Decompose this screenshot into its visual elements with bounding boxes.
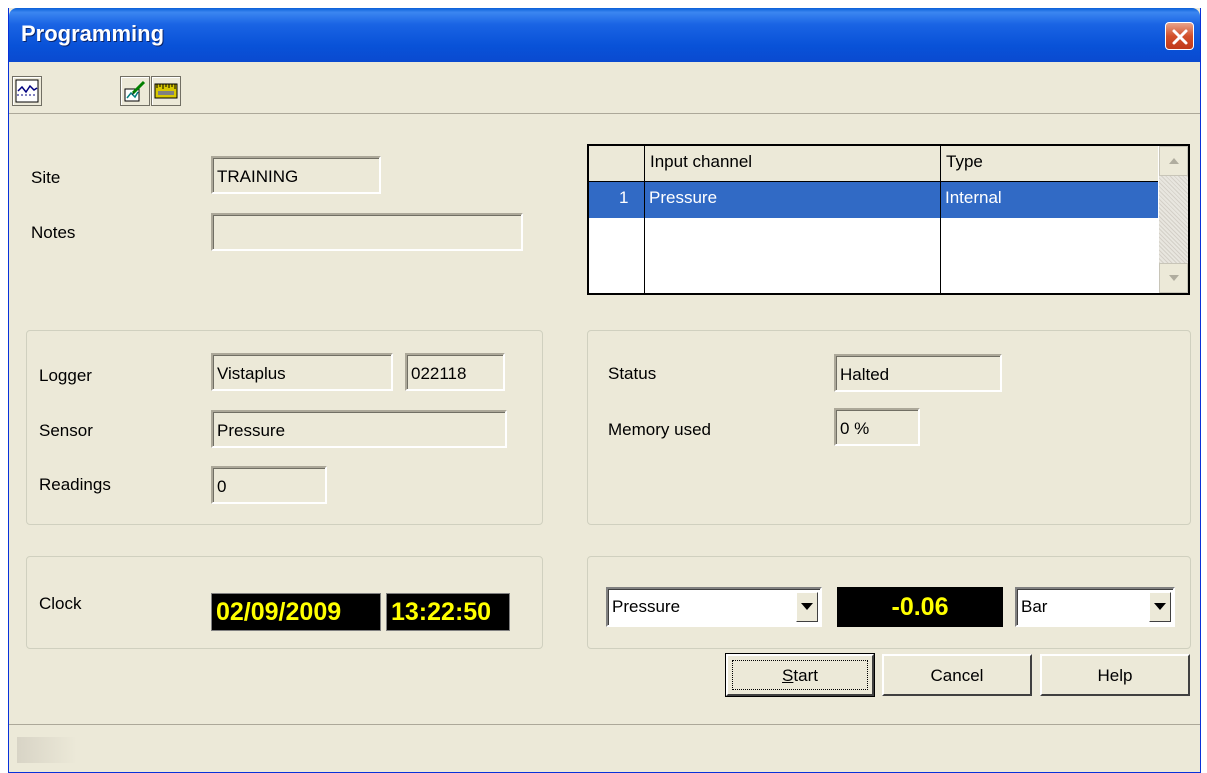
site-label: Site: [31, 168, 61, 187]
close-icon: [1172, 29, 1188, 45]
memory-used-label: Memory used: [608, 420, 711, 439]
status-bar: [9, 724, 1200, 772]
unit-select[interactable]: Bar: [1015, 587, 1175, 627]
title-bar[interactable]: Programming: [9, 8, 1200, 62]
scroll-down-button[interactable]: [1159, 263, 1188, 293]
window-title: Programming: [21, 21, 165, 46]
sensor-label: Sensor: [39, 421, 93, 440]
chart-icon: [15, 79, 39, 103]
arrow-down-icon: [1169, 275, 1179, 281]
start-button[interactable]: Start: [725, 653, 875, 697]
chart-button[interactable]: [12, 76, 42, 106]
unit-select-value: Bar: [1021, 597, 1048, 616]
grid-corner-header: [589, 146, 645, 182]
clock-time: 13:22:50: [386, 593, 510, 631]
logger-serial-field: 022118: [405, 353, 505, 391]
edit-chart-button[interactable]: [120, 76, 150, 106]
channel-select-value: Pressure: [612, 597, 681, 616]
memory-used-field: 0 %: [834, 408, 920, 446]
unit-dropdown-button[interactable]: [1149, 592, 1171, 622]
logger-name-field: Vistaplus: [211, 353, 393, 391]
notes-field[interactable]: [211, 213, 523, 251]
close-button[interactable]: [1165, 22, 1194, 50]
clock-date: 02/09/2009: [211, 593, 381, 631]
grid-scrollbar[interactable]: [1158, 146, 1188, 293]
grid-header-type[interactable]: Type: [941, 146, 1160, 182]
notes-label: Notes: [31, 223, 76, 242]
row-type: Internal: [945, 188, 1002, 207]
logger-label: Logger: [39, 366, 92, 385]
programming-window: Programming Site TRAINING Notes Input ch…: [8, 8, 1201, 773]
sensor-field: Pressure: [211, 410, 507, 448]
chevron-down-icon: [801, 603, 813, 610]
status-label: Status: [608, 364, 657, 383]
clock-label: Clock: [39, 594, 82, 613]
row-index: 1: [619, 188, 629, 207]
grid-divider: [940, 146, 941, 293]
scroll-up-button[interactable]: [1159, 146, 1188, 176]
input-channel-grid[interactable]: Input channel Type 1 Pressure Internal: [587, 144, 1190, 295]
status-bar-panel: [17, 737, 77, 763]
status-field: Halted: [834, 354, 1002, 392]
focus-rectangle: [732, 660, 868, 690]
grid-divider: [644, 146, 645, 293]
readings-field: 0: [211, 466, 327, 504]
ruler-icon: [154, 83, 178, 99]
ruler-button[interactable]: [151, 76, 181, 106]
live-reading-display: -0.06: [837, 587, 1003, 627]
site-field: TRAINING: [211, 156, 381, 194]
cancel-button[interactable]: Cancel: [882, 654, 1032, 696]
grid-header-input-channel[interactable]: Input channel: [645, 146, 941, 182]
channel-select[interactable]: Pressure: [606, 587, 822, 627]
chevron-down-icon: [1154, 603, 1166, 610]
edit-chart-icon: [124, 80, 146, 102]
arrow-up-icon: [1169, 158, 1179, 164]
toolbar: [9, 62, 1200, 114]
table-row[interactable]: 1 Pressure Internal: [589, 182, 1160, 218]
help-button[interactable]: Help: [1040, 654, 1190, 696]
channel-dropdown-button[interactable]: [796, 592, 818, 622]
row-channel: Pressure: [649, 188, 718, 207]
readings-label: Readings: [39, 475, 111, 494]
